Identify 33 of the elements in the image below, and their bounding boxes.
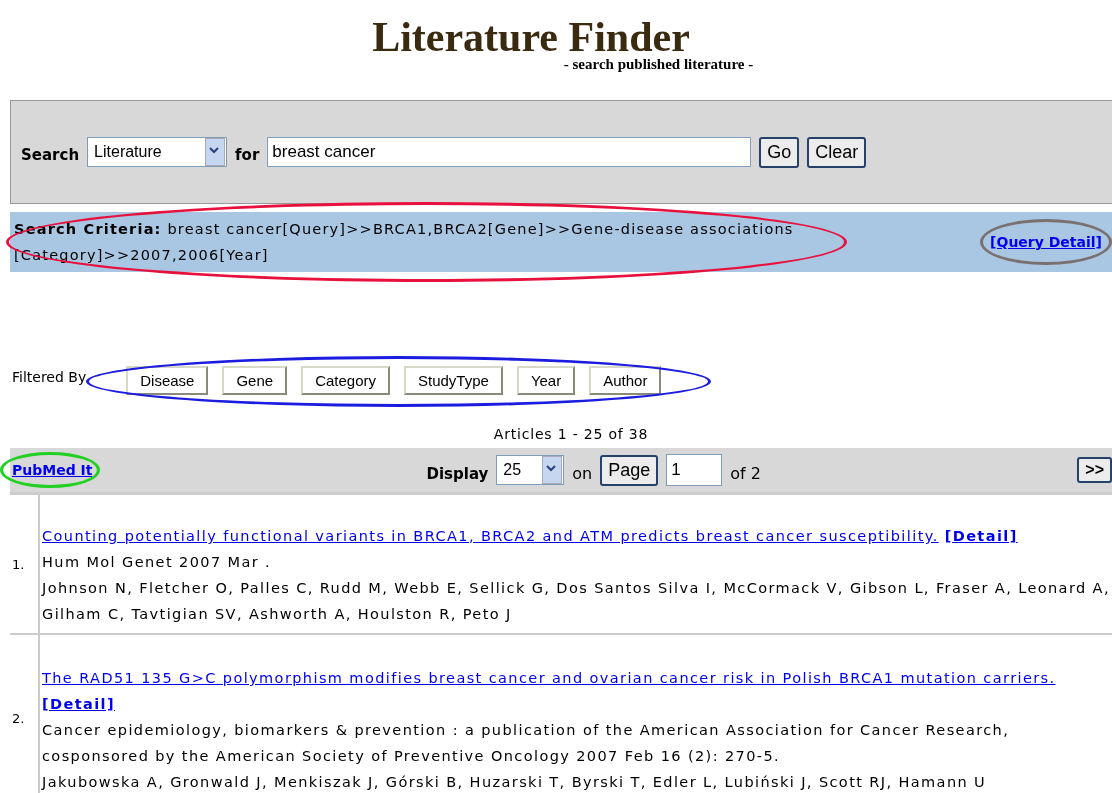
article-count: Articles 1 - 25 of 38 xyxy=(492,426,650,444)
display-label: Display xyxy=(426,465,489,483)
article-title-link[interactable]: The RAD51 135 G>C polymorphism modifies breast cancer and ovarian cancer risk in Polish BRCA1 mutation carriers. xyxy=(42,670,1056,686)
page-size-dropdown[interactable]: 25 xyxy=(496,455,565,485)
detail-link[interactable]: [Detail] xyxy=(42,696,115,712)
page-field[interactable]: 1 xyxy=(666,454,723,486)
row-number: 1. xyxy=(12,556,25,572)
detail-link[interactable]: [Detail] xyxy=(944,528,1018,544)
row-number: 2. xyxy=(12,710,25,726)
pubmed-link[interactable]: PubMed It xyxy=(12,462,93,478)
article-authors: Jakubowska A, Gronwald J, Menkiszak J, Górski B, Huzarski T, Byrski T, Edler L, Lubiński J, Scott RJ, Hamann U xyxy=(42,773,988,792)
filter-button[interactable]: Disease xyxy=(126,365,209,395)
search-field[interactable]: breast cancer xyxy=(267,137,752,167)
article-title-link[interactable]: Counting potentially functional variants in BRCA1, BRCA2 and ATM predicts breast cancer susceptibility. xyxy=(42,528,939,544)
filtered-by-label: Filtered By xyxy=(12,369,87,385)
article-source: Hum Mol Genet 2007 Mar . xyxy=(42,553,273,572)
search-label: Search xyxy=(21,146,80,164)
filter-button[interactable]: StudyType xyxy=(404,365,503,395)
on-label: on xyxy=(572,463,593,483)
query-detail-link[interactable]: [Query Detail] xyxy=(990,234,1102,250)
filter-button[interactable]: Gene xyxy=(222,365,288,395)
page-button[interactable]: Page xyxy=(600,454,659,486)
for-label: for xyxy=(235,146,260,164)
scope-dropdown[interactable]: Literature xyxy=(87,137,228,167)
page-total: of 2 xyxy=(730,463,761,483)
article-authors: Johnson N, Fletcher O, Palles C, Rudd M, Webb E, Sellick G, Dos Santos Silva I, McCormack V, Gibson L, Fraser A, Leonard A, Gilham C, Tavtigian SV, Ashworth A, Houlston R, Peto J xyxy=(42,579,1111,624)
filter-button[interactable]: Category xyxy=(301,365,390,395)
article-source: Cancer epidemiology, biomarkers & prevention : a publication of the American Association for Cancer Research, cosponsored by the American Society of Preventive Oncology 2007 Feb 16 (2): 270-5. xyxy=(42,721,1011,766)
next-button[interactable]: >> xyxy=(1077,457,1112,483)
filter-button[interactable]: Author xyxy=(589,365,662,395)
clear-button[interactable]: Clear xyxy=(807,136,867,168)
filter-button[interactable]: Year xyxy=(516,365,576,395)
go-button[interactable]: Go xyxy=(759,136,800,168)
